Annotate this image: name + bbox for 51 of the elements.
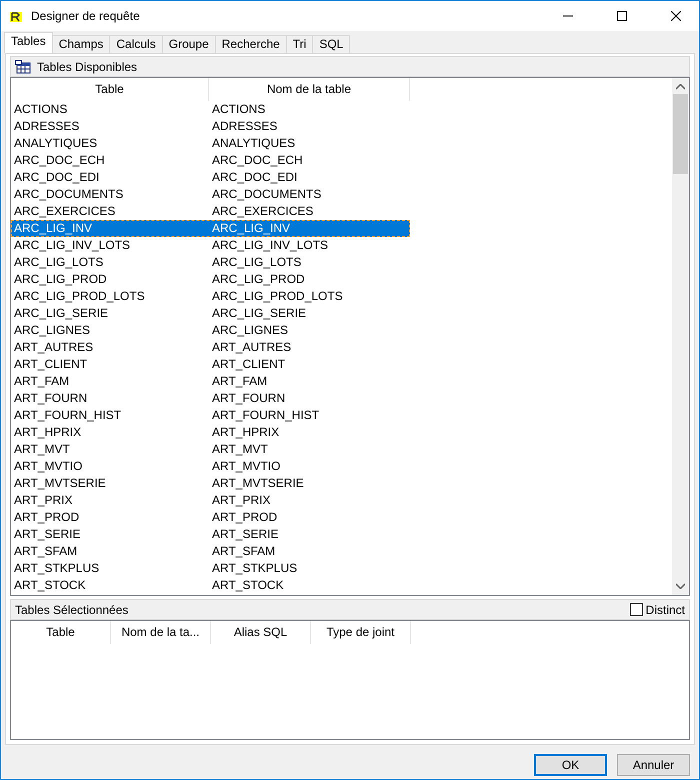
tab[interactable]: Tables (4, 32, 53, 53)
table-row[interactable]: ARC_LIG_PROD ARC_LIG_PROD (11, 271, 410, 288)
table-row[interactable]: ARC_LIG_LOTS ARC_LIG_LOTS (11, 254, 410, 271)
table-row[interactable]: ART_FOURN ART_FOURN (11, 390, 410, 407)
table-row[interactable]: ART_STKPLUS ART_STKPLUS (11, 560, 410, 577)
table-row[interactable]: ARC_EXERCICES ARC_EXERCICES (11, 203, 410, 220)
table-row[interactable]: ART_SFAM ART_SFAM (11, 543, 410, 560)
table-row[interactable]: ARC_DOCUMENTS ARC_DOCUMENTS (11, 186, 410, 203)
table-row[interactable]: ARC_LIG_SERIE ARC_LIG_SERIE (11, 305, 410, 322)
scroll-up-icon[interactable] (676, 84, 685, 90)
table-row[interactable]: ART_HPRIX ART_HPRIX (11, 424, 410, 441)
column-header[interactable]: Table (11, 78, 209, 101)
column-header[interactable]: Type de joint (311, 621, 411, 644)
table-row[interactable]: ART_AUTRES ART_AUTRES (11, 339, 410, 356)
scroll-thumb[interactable] (673, 94, 688, 174)
table-row[interactable]: ARC_LIG_INV_LOTS ARC_LIG_INV_LOTS (11, 237, 410, 254)
section-title: Tables Sélectionnées (15, 602, 130, 618)
tab[interactable]: Champs (52, 35, 110, 53)
table-row[interactable]: ADRESSES ADRESSES (11, 118, 410, 135)
table-row[interactable]: ARC_DOC_ECH ARC_DOC_ECH (11, 152, 410, 169)
window-title: Designer de requête (31, 8, 141, 25)
column-header[interactable]: Alias SQL (211, 621, 311, 644)
table-row[interactable]: ART_FAM ART_FAM (11, 373, 410, 390)
table-row[interactable]: ART_SERIE ART_SERIE (11, 526, 410, 543)
table-row[interactable]: ART_STOCK ART_STOCK (11, 577, 410, 594)
table-icon (15, 58, 31, 76)
column-header[interactable]: Nom de la table (209, 78, 410, 101)
column-header[interactable]: Nom de la ta... (111, 621, 211, 644)
scroll-down-icon[interactable] (676, 583, 685, 589)
table-row[interactable]: ARC_DOC_EDI ARC_DOC_EDI (11, 169, 410, 186)
column-header[interactable]: Table (11, 621, 111, 644)
table-row[interactable]: ACTIONS ACTIONS (11, 101, 410, 118)
tab[interactable]: SQL (312, 35, 350, 53)
table-row[interactable]: ART_PROD ART_PROD (11, 509, 410, 526)
maximize-icon (617, 11, 627, 21)
table-row[interactable]: ART_MVTSERIE ART_MVTSERIE (11, 475, 410, 492)
dialog-button[interactable]: OK (534, 754, 607, 776)
distinct-checkbox[interactable]: Distinct (630, 600, 685, 618)
table-row[interactable]: ART_MVTIO ART_MVTIO (11, 458, 410, 475)
table-row[interactable]: ARC_LIG_PROD_LOTS ARC_LIG_PROD_LOTS (11, 288, 410, 305)
dialog-button[interactable]: Annuler (617, 754, 690, 776)
table-row[interactable]: ARC_LIGNES ARC_LIGNES (11, 322, 410, 339)
table-row[interactable]: ART_PRIX ART_PRIX (11, 492, 410, 509)
close-icon (671, 11, 681, 21)
table-row[interactable]: ART_FOURN_HIST ART_FOURN_HIST (11, 407, 410, 424)
table-row[interactable]: ART_MVT ART_MVT (11, 441, 410, 458)
section-title: Tables Disponibles (37, 58, 138, 76)
table-row[interactable]: ANALYTIQUES ANALYTIQUES (11, 135, 410, 152)
table-row[interactable]: ARC_LIG_INV ARC_LIG_INV (11, 220, 410, 237)
table-row[interactable]: ART_CLIENT ART_CLIENT (11, 356, 410, 373)
tab[interactable]: Groupe (162, 35, 216, 53)
